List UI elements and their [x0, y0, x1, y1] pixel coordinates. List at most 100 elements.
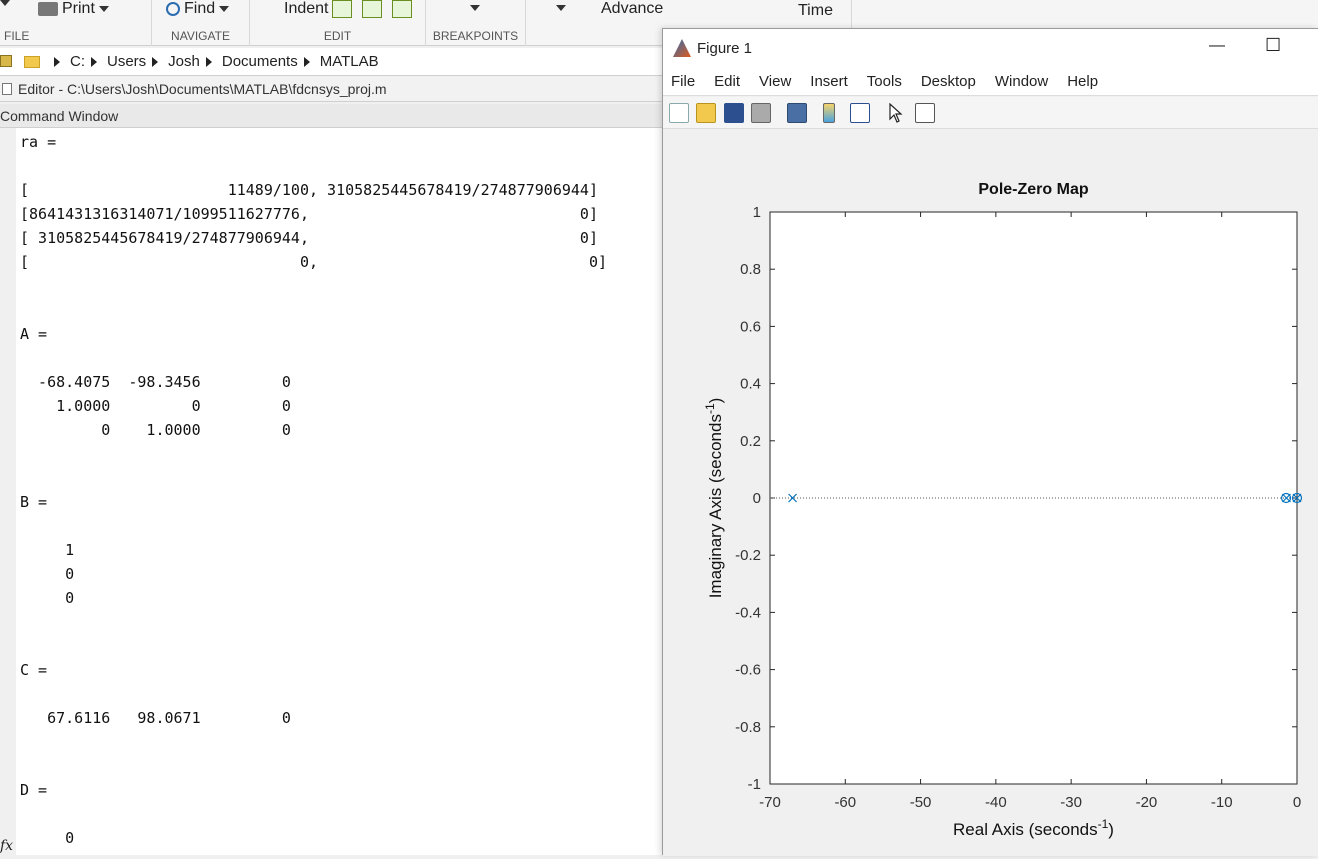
- command-window[interactable]: ra = [ 11489/100, 3105825445678419/274877…: [16, 128, 662, 855]
- edit-group-label: EDIT: [323, 29, 352, 43]
- command-output-line: 0: [20, 565, 75, 583]
- chevron-right-icon: [152, 56, 159, 67]
- command-output-line: 1.0000 0 0: [20, 397, 291, 415]
- printer-icon: [38, 2, 58, 16]
- y-tick-label: -0.4: [735, 604, 761, 621]
- command-output-line: [ 0, 0]: [20, 253, 607, 271]
- breadcrumb-matlab[interactable]: MATLAB: [320, 53, 379, 70]
- y-tick-label: -0.6: [735, 662, 761, 679]
- fx-prompt-icon[interactable]: fx: [0, 838, 13, 854]
- command-output-line: C =: [20, 661, 48, 679]
- increase-indent-icon[interactable]: [362, 0, 383, 18]
- command-output-line: 1: [20, 541, 75, 559]
- maximize-button[interactable]: ☐: [1265, 35, 1281, 56]
- breadcrumb-documents[interactable]: Documents: [222, 53, 298, 70]
- chevron-down-icon: [98, 6, 109, 12]
- x-tick-label: 0: [1293, 794, 1301, 811]
- colorbar-icon[interactable]: [823, 103, 835, 123]
- new-figure-icon[interactable]: [669, 103, 689, 123]
- y-tick-label: -0.2: [735, 547, 761, 564]
- editor-tab-bar[interactable]: Editor - C:\Users\Josh\Documents\MATLAB\…: [0, 77, 662, 102]
- minimize-button[interactable]: —: [1209, 37, 1225, 55]
- y-tick-label: 0.6: [740, 318, 761, 335]
- link-plot-icon[interactable]: [787, 103, 807, 123]
- x-tick-label: -10: [1211, 794, 1233, 811]
- command-output-line: ra =: [20, 133, 57, 151]
- save-icon[interactable]: [724, 103, 744, 123]
- run-dropdown[interactable]: [556, 5, 566, 11]
- command-window-gutter: [0, 128, 16, 855]
- menu-insert[interactable]: Insert: [810, 73, 848, 90]
- breakpoints-group-label: BREAKPOINTS: [432, 29, 519, 43]
- breadcrumb-users[interactable]: Users: [107, 53, 146, 70]
- menu-window[interactable]: Window: [995, 73, 1048, 90]
- smart-indent-icon[interactable]: [332, 0, 353, 18]
- chevron-right-icon: [205, 56, 212, 67]
- chevron-right-icon: [54, 56, 60, 67]
- file-group-label: FILE: [4, 29, 30, 43]
- y-tick-label: 0.4: [740, 376, 761, 393]
- x-tick-label: -20: [1136, 794, 1158, 811]
- indent-label: Indent: [284, 0, 329, 17]
- advance-button[interactable]: Advance: [601, 0, 663, 18]
- property-editor-icon[interactable]: [915, 103, 935, 123]
- menu-edit[interactable]: Edit: [714, 73, 740, 90]
- breakpoints-dropdown[interactable]: [470, 5, 480, 11]
- chevron-right-icon: [91, 56, 97, 67]
- y-tick-label: 1: [753, 204, 761, 221]
- advance-label: Advance: [601, 0, 664, 17]
- command-output-line: 0 1.0000 0: [20, 421, 291, 439]
- y-tick-label: 0.8: [740, 261, 761, 278]
- figure-menubar: File Edit View Insert Tools Desktop Window Help: [663, 67, 1318, 96]
- open-file-icon[interactable]: [696, 103, 716, 123]
- browse-folder-icon[interactable]: [0, 55, 12, 67]
- command-window-label: Command Window: [0, 108, 119, 124]
- chevron-right-icon: [303, 56, 310, 67]
- x-tick-label: -60: [834, 794, 856, 811]
- figure-title-bar[interactable]: Figure 1 — ☐: [663, 29, 1318, 67]
- figure-title: Figure 1: [697, 39, 753, 57]
- print-label: Print: [62, 0, 95, 17]
- menu-desktop[interactable]: Desktop: [921, 73, 976, 90]
- x-tick-label: -50: [910, 794, 932, 811]
- edit-group: Indent EDIT: [250, 0, 426, 46]
- command-window-title[interactable]: Command Window: [0, 104, 662, 128]
- decrease-indent-icon[interactable]: [392, 0, 413, 18]
- current-folder-bar[interactable]: C: Users Josh Documents MATLAB: [0, 48, 662, 76]
- navigate-group-label: NAVIGATE: [171, 29, 230, 43]
- run-group: Advance: [526, 0, 663, 46]
- x-tick-label: -70: [759, 794, 781, 811]
- command-output-line: B =: [20, 493, 48, 511]
- breadcrumb-josh[interactable]: Josh: [168, 53, 200, 70]
- x-tick-label: -30: [1060, 794, 1082, 811]
- y-tick-label: 0.2: [740, 433, 761, 450]
- command-output-line: [ 3105825445678419/274877906944, 0]: [20, 229, 598, 247]
- breadcrumb-c[interactable]: C:: [70, 53, 85, 70]
- indent-button[interactable]: Indent: [284, 0, 413, 18]
- legend-icon[interactable]: [850, 103, 870, 123]
- print-figure-icon[interactable]: [751, 103, 771, 123]
- pointer-icon[interactable]: [889, 102, 903, 123]
- matlab-logo-icon: [673, 39, 691, 57]
- editor-icon: [2, 83, 12, 95]
- command-output-line: A =: [20, 325, 48, 343]
- menu-file[interactable]: File: [671, 73, 695, 90]
- menu-help[interactable]: Help: [1067, 73, 1098, 90]
- figure-toolbar: [663, 97, 1318, 129]
- command-output-line: -68.4075 -98.3456 0: [20, 373, 291, 391]
- x-tick-label: -40: [985, 794, 1007, 811]
- editor-title: Editor - C:\Users\Josh\Documents\MATLAB\…: [18, 81, 387, 97]
- figure-window[interactable]: Figure 1 — ☐ File Edit View Insert Tools Desk…: [662, 28, 1318, 856]
- menu-view[interactable]: View: [759, 73, 791, 90]
- collapse-chevron[interactable]: [0, 0, 10, 6]
- time-button[interactable]: Time: [798, 2, 833, 20]
- command-output-line: [8641431316314071/1099511627776, 0]: [20, 205, 598, 223]
- print-button[interactable]: Print: [38, 0, 109, 18]
- y-tick-label: -1: [748, 776, 761, 793]
- find-button[interactable]: Find: [166, 0, 230, 18]
- command-output-line: D =: [20, 781, 48, 799]
- magnifier-icon: [166, 2, 180, 16]
- navigate-group: Find NAVIGATE: [152, 0, 250, 46]
- menu-tools[interactable]: Tools: [867, 73, 902, 90]
- pole-zero-chart[interactable]: Pole-Zero Map -70 -60 -50 -40 -30 -20 -10 0 -1 -0.…: [663, 130, 1318, 856]
